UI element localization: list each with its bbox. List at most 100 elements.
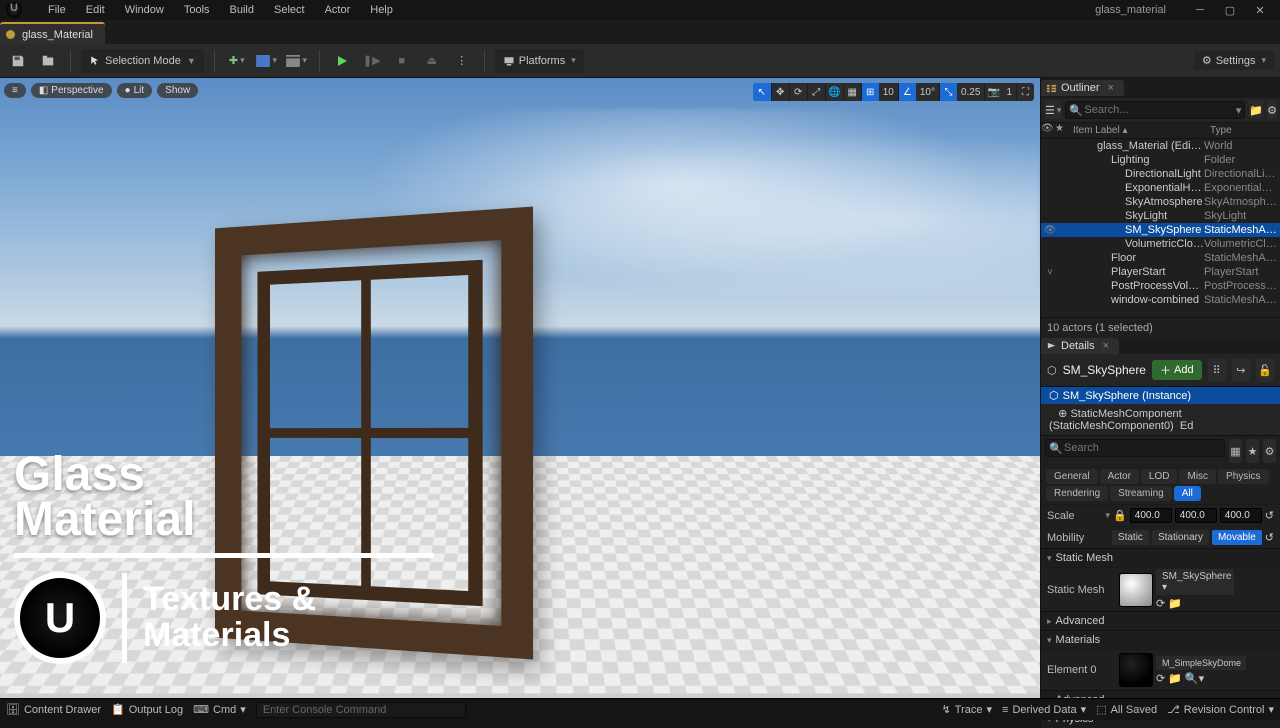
add-component-button[interactable]: ＋Add: [1152, 360, 1202, 380]
play-button[interactable]: [330, 49, 354, 73]
outliner-row[interactable]: Lighting Folder: [1041, 153, 1280, 167]
use-selected-icon[interactable]: ⟳: [1156, 672, 1165, 685]
outliner-row[interactable]: glass_Material (Editor) World: [1041, 139, 1280, 153]
console-input[interactable]: Enter Console Command: [256, 702, 466, 718]
camera-speed-icon[interactable]: 📷: [984, 83, 1002, 101]
filter-chip-misc[interactable]: Misc: [1179, 469, 1216, 484]
reset-icon[interactable]: ↺: [1265, 509, 1274, 522]
menu-build[interactable]: Build: [220, 2, 264, 18]
outliner-row[interactable]: ˅ PlayerStart PlayerStart: [1041, 265, 1280, 279]
outliner-row[interactable]: SkyAtmosphere SkyAtmosphere: [1041, 195, 1280, 209]
outliner-row[interactable]: Floor StaticMeshActor: [1041, 251, 1280, 265]
outliner-row[interactable]: PostProcessVolume PostProcessVolume: [1041, 279, 1280, 293]
details-fav[interactable]: ★: [1246, 439, 1259, 463]
translate-tool[interactable]: ✥: [771, 83, 789, 101]
category-materials[interactable]: ▾Materials: [1041, 630, 1280, 649]
pin-column-icon[interactable]: ★: [1055, 123, 1069, 138]
mobility-movable[interactable]: Movable: [1212, 530, 1262, 545]
menu-help[interactable]: Help: [360, 2, 403, 18]
close-icon[interactable]: ×: [1103, 340, 1109, 352]
outliner-search-input[interactable]: [1065, 101, 1245, 119]
cmd-label[interactable]: ⌨Cmd ▾: [193, 703, 246, 716]
close-icon[interactable]: ×: [1108, 82, 1114, 94]
browse-button[interactable]: [36, 49, 60, 73]
filter-chip-rendering[interactable]: Rendering: [1046, 486, 1108, 501]
details-hierarchy-button[interactable]: ⠿: [1208, 358, 1226, 382]
platforms-button[interactable]: Platforms▾: [495, 49, 584, 73]
browse-to-icon[interactable]: 📁: [1168, 672, 1182, 685]
outliner-row[interactable]: 👁 SM_SkySphere StaticMeshActor: [1041, 223, 1280, 237]
scale-tool[interactable]: ⤢: [807, 83, 825, 101]
details-search-input[interactable]: [1045, 439, 1225, 457]
grid-snap-value[interactable]: 10: [879, 87, 898, 98]
viewport-options[interactable]: ≡: [4, 83, 26, 98]
search-icon[interactable]: 🔍▾: [1185, 672, 1204, 685]
output-log-button[interactable]: 📋Output Log: [111, 703, 183, 716]
scale-snap-toggle[interactable]: ⤡: [939, 83, 957, 101]
filter-chip-physics[interactable]: Physics: [1218, 469, 1268, 484]
save-button[interactable]: [6, 49, 30, 73]
viewport[interactable]: ≡ ◧Perspective ●Lit Show ↖ ✥ ⟳ ⤢ 🌐 ▦ ⊞10…: [0, 78, 1040, 698]
use-selected-icon[interactable]: ⟳: [1156, 597, 1165, 610]
select-tool[interactable]: ↖: [753, 83, 771, 101]
perspective-chip[interactable]: ◧Perspective: [31, 83, 112, 98]
surface-snap[interactable]: ▦: [843, 83, 861, 101]
filter-chip-all[interactable]: All: [1174, 486, 1201, 501]
static-mesh-thumb[interactable]: [1119, 573, 1153, 607]
scale-x-input[interactable]: 400.0: [1130, 508, 1172, 523]
menu-tools[interactable]: Tools: [174, 2, 220, 18]
category-advanced-1[interactable]: ▸Advanced: [1041, 611, 1280, 630]
details-grid-view[interactable]: ▦: [1229, 439, 1242, 463]
trace-button[interactable]: ↯ Trace ▾: [942, 703, 992, 716]
material-thumb[interactable]: [1119, 653, 1153, 687]
menu-file[interactable]: File: [38, 2, 76, 18]
skip-button[interactable]: ❚▶: [360, 49, 384, 73]
type-column[interactable]: Type: [1206, 123, 1280, 138]
content-drawer-button[interactable]: 🗄Content Drawer: [6, 703, 101, 716]
filter-chip-lod[interactable]: LOD: [1141, 469, 1178, 484]
show-chip[interactable]: Show: [157, 83, 198, 98]
lit-chip[interactable]: ●Lit: [117, 83, 153, 98]
minimize-button[interactable]: ─: [1186, 1, 1214, 19]
maximize-button[interactable]: ▢: [1216, 1, 1244, 19]
browse-to-icon[interactable]: 📁: [1168, 597, 1182, 610]
settings-button[interactable]: ⚙ Settings▾: [1194, 51, 1274, 70]
derived-data-button[interactable]: ≡ Derived Data ▾: [1002, 703, 1086, 716]
angle-snap-value[interactable]: 10°: [916, 87, 939, 98]
save-status[interactable]: ⬚ All Saved: [1096, 703, 1157, 716]
stop-button[interactable]: ■: [390, 49, 414, 73]
rotate-tool[interactable]: ⟳: [789, 83, 807, 101]
material-dropdown[interactable]: M_SimpleSkyDome: [1156, 656, 1246, 670]
cinematics-button[interactable]: ▾: [285, 49, 309, 73]
play-options-button[interactable]: ⋮: [450, 49, 474, 73]
component-instance-row[interactable]: ⬡SM_SkySphere (Instance): [1041, 387, 1280, 404]
mode-selector[interactable]: Selection Mode ▼: [81, 49, 204, 73]
scale-y-input[interactable]: 400.0: [1175, 508, 1217, 523]
outliner-row[interactable]: DirectionalLight DirectionalLight: [1041, 167, 1280, 181]
tab-level[interactable]: glass_Material: [0, 22, 105, 44]
chevron-down-icon[interactable]: ▾: [1236, 104, 1242, 117]
revision-control-button[interactable]: ⎇ Revision Control ▾: [1167, 703, 1274, 716]
outliner-new-folder[interactable]: 📁: [1249, 101, 1263, 119]
eject-button[interactable]: ⏏: [420, 49, 444, 73]
filter-chip-actor[interactable]: Actor: [1100, 469, 1139, 484]
details-tab[interactable]: Details×: [1041, 338, 1119, 354]
outliner-row[interactable]: ExponentialHeightFog ExponentialHeightFo…: [1041, 181, 1280, 195]
outliner-row[interactable]: window-combined StaticMeshActor: [1041, 293, 1280, 307]
mobility-static[interactable]: Static: [1112, 530, 1149, 545]
details-lock-button[interactable]: 🔓: [1256, 358, 1274, 382]
visibility-column-icon[interactable]: 👁: [1041, 123, 1055, 138]
filter-chip-streaming[interactable]: Streaming: [1110, 486, 1172, 501]
reset-icon[interactable]: ↺: [1265, 531, 1274, 544]
menu-actor[interactable]: Actor: [315, 2, 361, 18]
menu-edit[interactable]: Edit: [76, 2, 115, 18]
menu-select[interactable]: Select: [264, 2, 315, 18]
coord-space[interactable]: 🌐: [825, 83, 843, 101]
add-content-button[interactable]: ✚▾: [225, 49, 249, 73]
label-column[interactable]: Item Label ▴: [1069, 123, 1206, 138]
mobility-stationary[interactable]: Stationary: [1152, 530, 1209, 545]
scale-z-input[interactable]: 400.0: [1220, 508, 1262, 523]
details-settings[interactable]: ⚙: [1263, 439, 1276, 463]
close-button[interactable]: ✕: [1246, 1, 1274, 19]
outliner-tab[interactable]: Outliner×: [1041, 80, 1124, 96]
